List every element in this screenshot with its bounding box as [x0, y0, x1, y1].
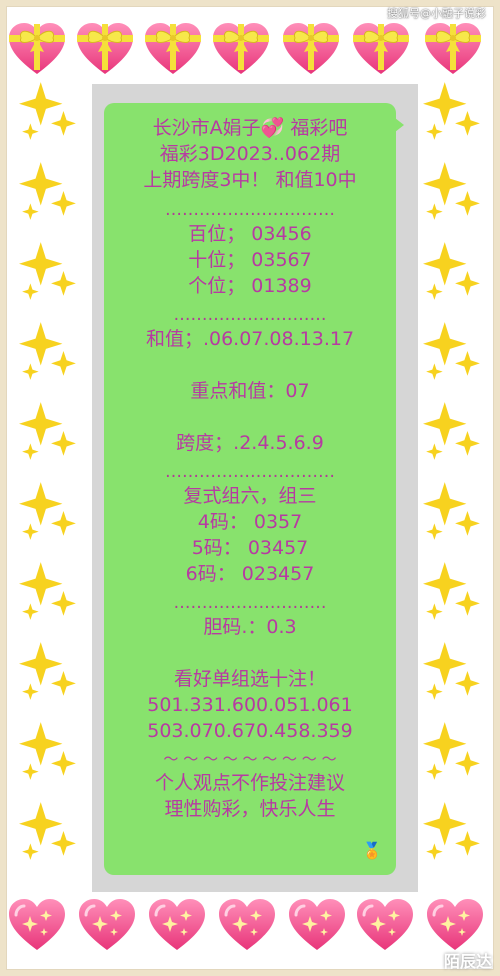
five-code: 5码： 03457	[191, 537, 309, 559]
units-digits: 个位； 01389	[188, 275, 312, 297]
heart-sparkle-icon	[8, 898, 66, 952]
disclaimer: 个人观点不作投注建议	[154, 772, 345, 794]
sparkle-icon	[422, 480, 484, 542]
heart-ribbon-icon	[212, 22, 270, 76]
compound-heading: 复式组六，组三	[183, 485, 317, 507]
heart-ribbon-icon	[282, 22, 340, 76]
sum-values: 和值；.06.07.08.13.17	[145, 328, 355, 350]
last-result: 上期跨度3中！ 和值10中	[143, 169, 357, 191]
sparkle-icon	[422, 320, 484, 382]
sparkle-icon	[422, 800, 484, 862]
heart-ribbon-icon	[144, 22, 202, 76]
issue-number: 福彩3D2023..062期	[159, 143, 341, 165]
heart-sparkle-icon	[148, 898, 206, 952]
chat-bubble-tail	[395, 118, 404, 132]
sparkle-icon	[18, 240, 80, 302]
picks-row-2: 503.070.670.458.359	[147, 720, 353, 742]
sparkle-icon	[422, 640, 484, 702]
disclaimer-slogan: 理性购彩，快乐人生	[164, 798, 336, 820]
sparkle-icon	[18, 320, 80, 382]
corner-logo: 陌辰达	[443, 952, 492, 971]
post-title: 长沙市A娟子💞 福彩吧	[152, 117, 348, 139]
sparkle-icon	[422, 720, 484, 782]
medal-icon: 🏅	[362, 841, 382, 860]
sparkle-icon	[18, 80, 80, 142]
six-code: 6码： 023457	[185, 563, 315, 585]
key-sum: 重点和值：07	[190, 380, 310, 402]
separator: …………………………	[165, 462, 335, 482]
separator: …………………………	[165, 200, 335, 220]
span-values: 跨度；.2.4.5.6.9	[176, 432, 324, 454]
sparkle-icon	[422, 560, 484, 622]
sparkle-icon	[422, 80, 484, 142]
separator: ………………………	[173, 305, 327, 325]
sparkle-icon	[18, 400, 80, 462]
separator: ………………………	[173, 593, 327, 613]
sparkle-icon	[18, 480, 80, 542]
sparkle-icon	[18, 720, 80, 782]
heart-ribbon-icon	[8, 22, 66, 76]
sparkle-icon	[18, 160, 80, 222]
tilde-divider: ～ ～ ～ ～ ～ ～ ～ ～ ～	[163, 750, 337, 768]
picks-row-1: 501.331.600.051.061	[147, 694, 353, 716]
heart-ribbon-icon	[424, 22, 482, 76]
heart-sparkle-icon	[218, 898, 276, 952]
heart-sparkle-icon	[288, 898, 346, 952]
sparkle-icon	[422, 400, 484, 462]
sparkle-icon	[422, 160, 484, 222]
four-code: 4码： 0357	[197, 511, 303, 533]
source-watermark: 搜狐号@小融子说彩	[387, 7, 486, 20]
heart-sparkle-icon	[426, 898, 484, 952]
heart-ribbon-icon	[352, 22, 410, 76]
courage-code: 胆码.：0.3	[203, 616, 297, 638]
heart-sparkle-icon	[356, 898, 414, 952]
sparkle-icon	[18, 800, 80, 862]
tens-digits: 十位； 03567	[188, 249, 312, 271]
sparkle-icon	[422, 240, 484, 302]
favorite-heading: 看好单组选十注！	[173, 668, 326, 690]
sparkle-icon	[18, 560, 80, 622]
heart-sparkle-icon	[78, 898, 136, 952]
sparkle-icon	[18, 640, 80, 702]
heart-ribbon-icon	[76, 22, 134, 76]
hundreds-digits: 百位； 03456	[188, 223, 312, 245]
